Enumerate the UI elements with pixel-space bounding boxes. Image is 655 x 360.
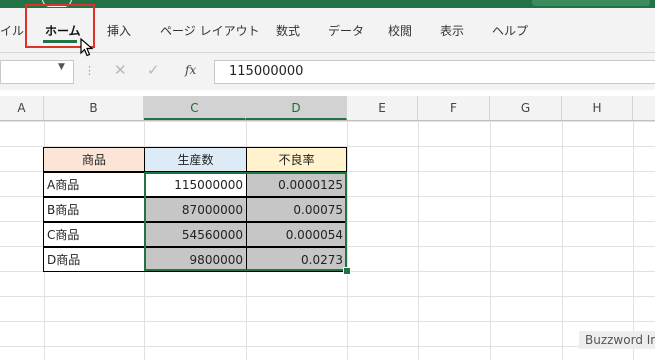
column-header-d[interactable]: D [246,96,347,120]
product-name-cell[interactable]: B商品 [43,197,145,222]
formula-value: 115000000 [229,64,304,79]
resize-handle-icon[interactable]: ⋮ [84,64,95,77]
tab-7[interactable]: 校閲 [388,22,412,39]
product-name-cell[interactable]: D商品 [43,247,145,272]
table-header-cell[interactable]: 商品 [43,147,145,172]
tab-4[interactable]: ページ レイアウト [160,22,260,39]
selection-range [144,172,347,271]
column-header-a[interactable]: A [0,96,44,120]
column-header-c[interactable]: C [144,96,246,120]
column-header-f[interactable]: F [418,96,490,120]
column-header-g[interactable]: G [490,96,562,120]
tab-5[interactable]: 数式 [276,22,300,39]
column-header-h[interactable]: H [562,96,633,120]
chevron-down-icon[interactable]: ▼ [58,62,65,72]
column-headers: ABCDEFGH [0,96,655,121]
title-bar [0,0,655,8]
tab-6[interactable]: データ [328,22,364,39]
search-box[interactable] [532,0,650,6]
product-name-cell[interactable]: C商品 [43,222,145,247]
tab-8[interactable]: 表示 [440,22,464,39]
watermark: Buzzword In [579,331,655,349]
cancel-icon[interactable]: ✕ [114,61,127,79]
table-header-cell[interactable]: 生産数 [144,147,247,172]
insert-function-icon[interactable]: fx [185,63,196,77]
column-header-e[interactable]: E [347,96,418,120]
mouse-cursor-icon [80,38,94,57]
column-header-b[interactable]: B [44,96,144,120]
tab-3[interactable]: 挿入 [107,22,131,39]
tab-1[interactable]: イル [0,22,24,39]
product-name-cell[interactable]: A商品 [43,172,145,197]
table-header-cell[interactable]: 不良率 [246,147,347,172]
ribbon-tabs: イル ホーム 挿入 ページ レイアウト 数式 データ 校閲 表示 ヘルプ [0,8,655,53]
formula-bar: ▼ ⋮ ✕ ✓ fx 115000000 [0,53,655,90]
tab-9[interactable]: ヘルプ [492,22,528,39]
check-icon[interactable]: ✓ [147,61,160,79]
fill-handle[interactable] [343,267,351,275]
